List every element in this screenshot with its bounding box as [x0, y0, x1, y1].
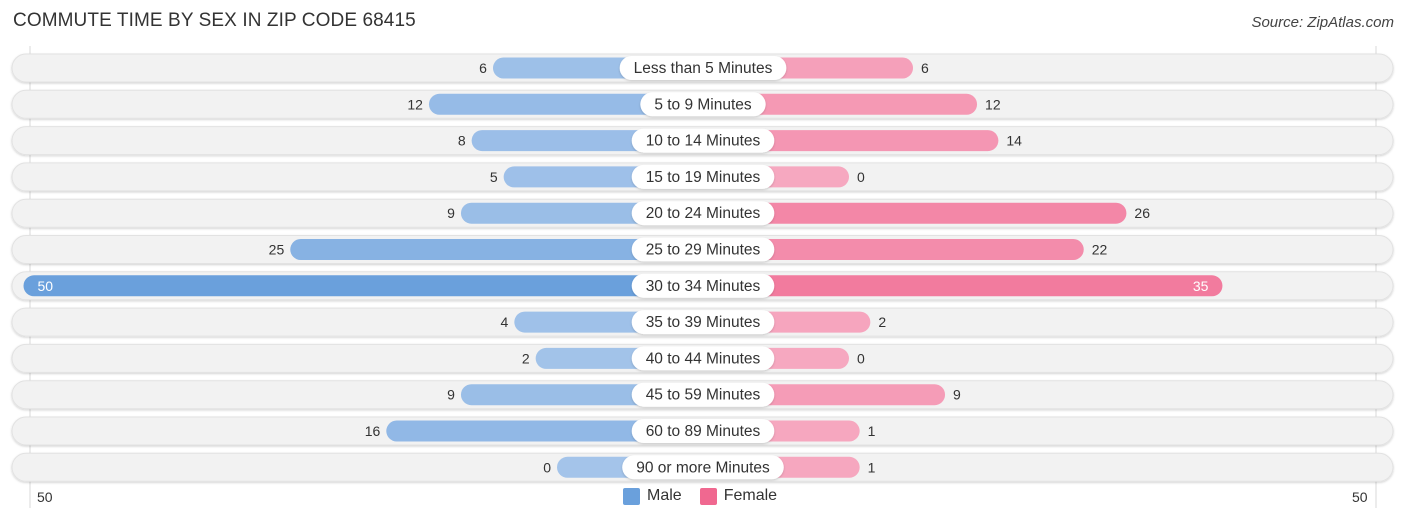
axis-tick-right: 50	[1352, 489, 1368, 505]
legend-item-female[interactable]: Female	[699, 487, 778, 505]
category-label: 15 to 19 Minutes	[646, 169, 761, 186]
value-label-male: 4	[501, 314, 509, 330]
bar-male	[23, 275, 703, 297]
value-label-male: 2	[522, 350, 530, 366]
chart-plot: Less than 5 Minutes6 65 to 9 Minutes12 121…	[11, 46, 1394, 508]
axis-tick-left: 50	[37, 489, 53, 505]
value-label-male: 12	[407, 96, 423, 112]
legend-label-male: Male	[647, 487, 682, 504]
value-label-female: 35	[1193, 278, 1209, 294]
category-label: 5 to 9 Minutes	[654, 96, 752, 113]
value-label-male: 0	[543, 459, 551, 475]
value-label-female: 26	[1134, 205, 1150, 221]
value-label-male: 9	[447, 205, 455, 221]
category-label: 60 to 89 Minutes	[646, 423, 761, 440]
value-label-female: 2	[878, 314, 886, 330]
category-label: 35 to 39 Minutes	[646, 314, 761, 331]
value-label-female: 6	[921, 60, 929, 76]
value-label-male: 5	[490, 169, 498, 185]
legend-item-male[interactable]: Male	[623, 487, 682, 505]
value-label-male: 6	[479, 60, 487, 76]
value-label-male: 16	[365, 423, 381, 439]
value-label-female: 0	[857, 169, 865, 185]
value-label-female: 0	[857, 350, 865, 366]
category-label: Less than 5 Minutes	[634, 60, 773, 77]
category-label: 25 to 29 Minutes	[646, 242, 761, 259]
category-label: 30 to 34 Minutes	[646, 278, 761, 295]
value-label-male: 8	[458, 133, 466, 149]
bar-female	[703, 275, 1223, 297]
category-label: 40 to 44 Minutes	[646, 350, 761, 367]
value-label-female: 9	[953, 387, 961, 403]
legend: Male Female	[623, 487, 787, 505]
legend-swatch-male	[623, 487, 640, 505]
category-label: 45 to 59 Minutes	[646, 387, 761, 404]
category-label: 20 to 24 Minutes	[646, 205, 761, 222]
value-label-female: 14	[1006, 133, 1022, 149]
category-label: 90 or more Minutes	[636, 459, 770, 476]
legend-swatch-female	[699, 487, 717, 505]
value-label-female: 12	[985, 96, 1001, 112]
legend-label-female: Female	[723, 487, 778, 504]
category-label: 10 to 14 Minutes	[646, 133, 761, 150]
value-label-female: 22	[1092, 242, 1108, 258]
value-label-male: 25	[269, 242, 285, 258]
value-label-female: 1	[868, 459, 876, 475]
value-label-male: 9	[447, 387, 455, 403]
value-label-female: 1	[868, 423, 876, 439]
value-label-male: 50	[38, 278, 54, 294]
